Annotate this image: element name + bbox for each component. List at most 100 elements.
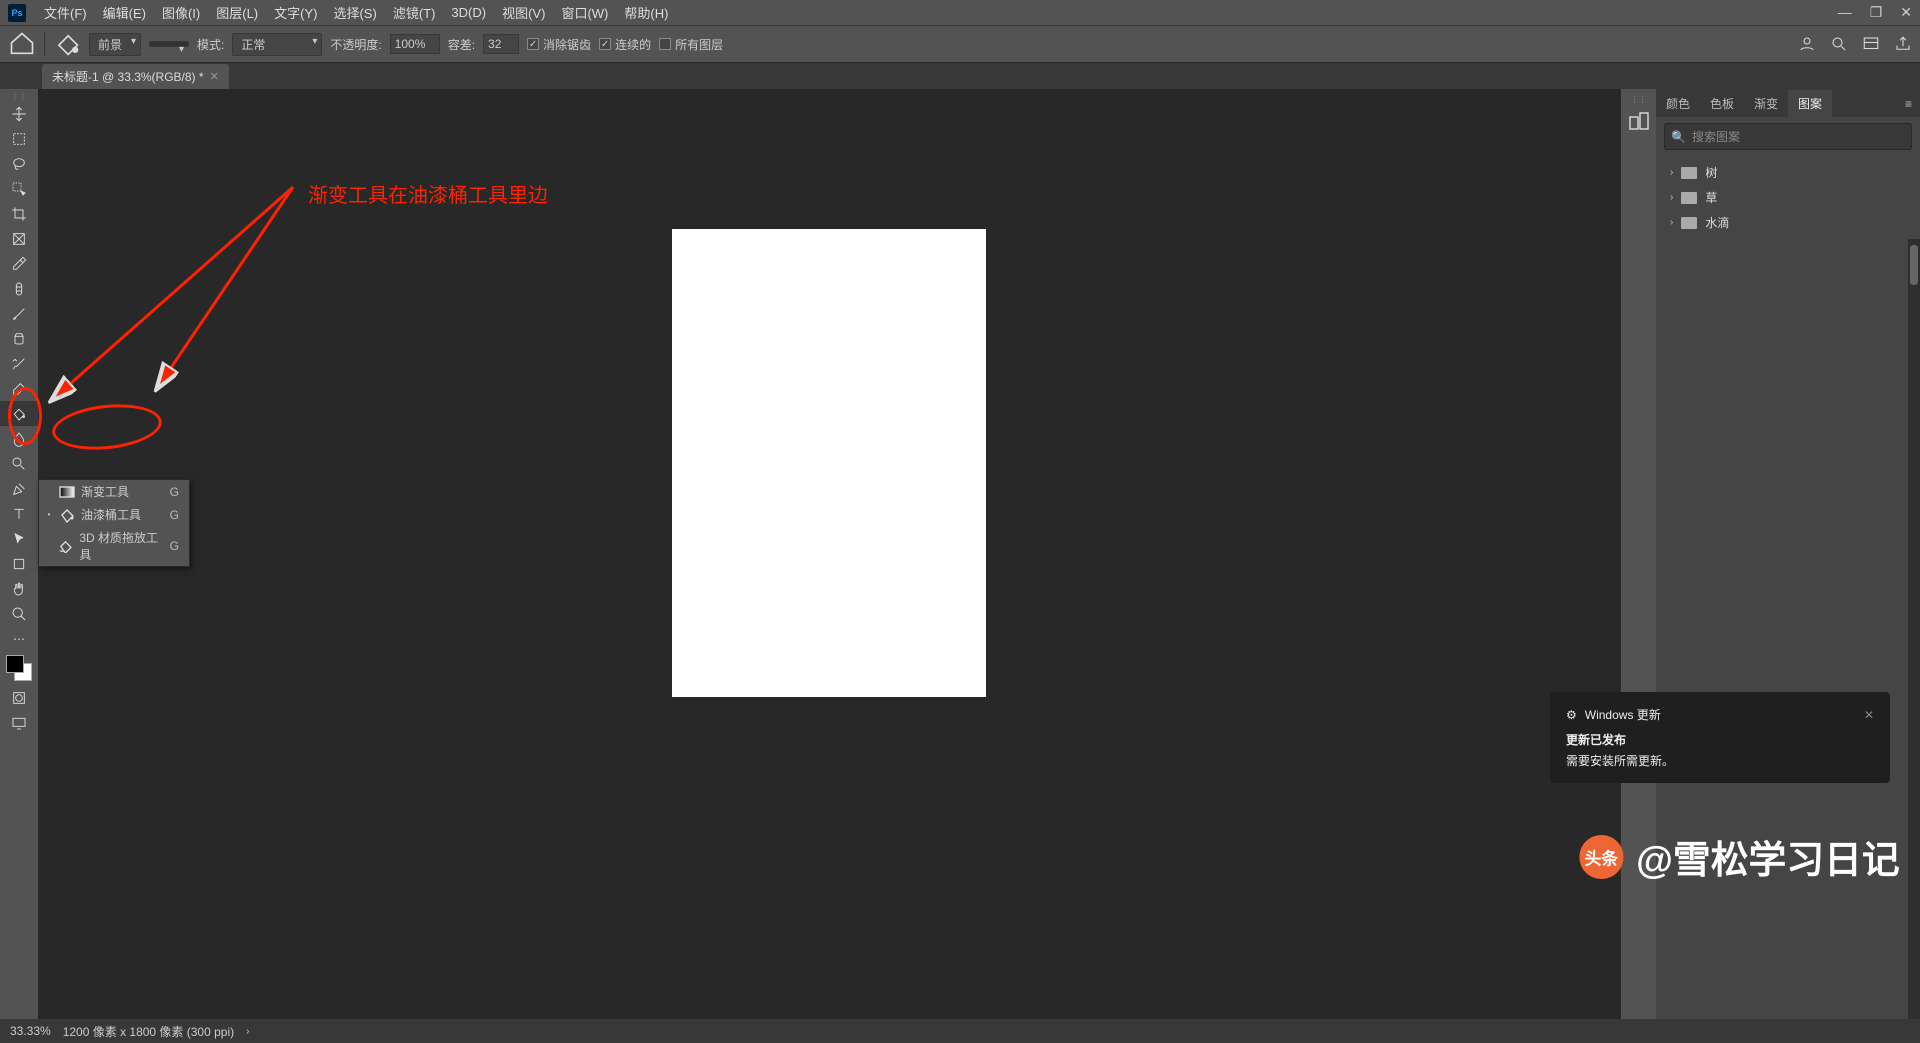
tab-patterns[interactable]: 图案: [1788, 90, 1832, 117]
menu-view[interactable]: 视图(V): [494, 3, 553, 22]
antialias-checkbox[interactable]: ✓消除锯齿: [527, 36, 591, 53]
marquee-tool[interactable]: [0, 126, 38, 151]
status-caret-icon[interactable]: ›: [246, 1026, 249, 1037]
home-icon[interactable]: [8, 30, 36, 58]
search-icon[interactable]: [1830, 35, 1848, 53]
watermark: 头条 @雪松学习日记: [1579, 830, 1899, 885]
material-drop-icon: [58, 539, 73, 554]
workspace-icon[interactable]: [1862, 35, 1880, 53]
watermark-text: @雪松学习日记: [1636, 830, 1900, 885]
history-brush-tool[interactable]: [0, 351, 38, 376]
tool-bar: ⋮⋮ ⋯ 渐变工具: [0, 89, 38, 1019]
menu-select[interactable]: 选择(S): [325, 3, 384, 22]
menu-3d[interactable]: 3D(D): [443, 5, 494, 20]
zoom-level[interactable]: 33.33%: [10, 1024, 51, 1038]
document-tab[interactable]: 未标题-1 @ 33.3%(RGB/8) * ✕: [42, 64, 229, 89]
tolerance-input[interactable]: 32: [483, 34, 519, 54]
opacity-input[interactable]: 100%: [390, 34, 440, 54]
tool-flyout: 渐变工具 G • 油漆桶工具 G 3D 材质拖放工具 G: [38, 479, 190, 567]
clone-tool[interactable]: [0, 326, 38, 351]
mode-label: 模式:: [197, 36, 224, 53]
edit-toolbar[interactable]: ⋯: [0, 626, 38, 651]
path-select-tool[interactable]: [0, 526, 38, 551]
toolbar-grip[interactable]: ⋮⋮: [0, 93, 38, 101]
frame-tool[interactable]: [0, 226, 38, 251]
menu-help[interactable]: 帮助(H): [616, 3, 676, 22]
contiguous-checkbox[interactable]: ✓连续的: [599, 36, 651, 53]
pattern-picker[interactable]: [149, 41, 189, 47]
gradient-icon: [59, 484, 75, 500]
hand-tool[interactable]: [0, 576, 38, 601]
options-bar: 前景 模式: 正常 不透明度: 100% 容差: 32 ✓消除锯齿 ✓连续的 所…: [0, 25, 1920, 63]
watermark-badge: 头条: [1579, 835, 1623, 879]
panel-scrollbar[interactable]: [1908, 239, 1920, 1019]
close-tab-icon[interactable]: ✕: [210, 70, 219, 83]
notification-close-icon[interactable]: ✕: [1864, 708, 1874, 722]
bucket-icon: [59, 507, 75, 523]
notification-app: Windows 更新: [1585, 706, 1661, 723]
flyout-gradient-tool[interactable]: 渐变工具 G: [39, 480, 189, 503]
menu-edit[interactable]: 编辑(E): [95, 3, 154, 22]
window-restore-icon[interactable]: ❐: [1870, 4, 1883, 21]
menu-window[interactable]: 窗口(W): [553, 3, 616, 22]
shape-tool[interactable]: [0, 551, 38, 576]
screen-mode-tool[interactable]: [0, 710, 38, 735]
quick-select-tool[interactable]: [0, 176, 38, 201]
color-swatches[interactable]: [6, 655, 32, 681]
all-layers-checkbox[interactable]: 所有图层: [659, 36, 723, 53]
folder-grass[interactable]: ›草: [1656, 185, 1920, 210]
canvas[interactable]: [672, 229, 986, 697]
pattern-search-input[interactable]: 🔍 搜索图案: [1664, 123, 1912, 150]
tab-gradients[interactable]: 渐变: [1744, 90, 1788, 117]
folder-icon: [1681, 192, 1697, 204]
folder-icon: [1681, 217, 1697, 229]
menu-layer[interactable]: 图层(L): [208, 3, 266, 22]
menu-file[interactable]: 文件(F): [36, 3, 95, 22]
folder-water[interactable]: ›水滴: [1656, 210, 1920, 235]
tab-color[interactable]: 颜色: [1656, 90, 1700, 117]
cloud-docs-icon[interactable]: [1798, 35, 1816, 53]
foreground-color[interactable]: [6, 655, 24, 673]
status-bar: 33.33% 1200 像素 x 1800 像素 (300 ppi) ›: [0, 1019, 1920, 1043]
zoom-tool[interactable]: [0, 601, 38, 626]
app-icon: Ps: [8, 4, 26, 22]
panel-menu-icon[interactable]: ≡: [1897, 91, 1920, 117]
search-icon: 🔍: [1671, 130, 1686, 144]
window-close-icon[interactable]: ✕: [1900, 4, 1912, 21]
flyout-paint-bucket-tool[interactable]: • 油漆桶工具 G: [39, 503, 189, 526]
notification-body: 需要安装所需更新。: [1566, 752, 1874, 769]
folder-icon: [1681, 167, 1697, 179]
pen-tool[interactable]: [0, 476, 38, 501]
share-icon[interactable]: [1894, 35, 1912, 53]
libraries-icon[interactable]: [1627, 109, 1651, 133]
flyout-3d-material-tool[interactable]: 3D 材质拖放工具 G: [39, 526, 189, 566]
mode-select[interactable]: 正常: [232, 33, 322, 56]
annotation-arrows: [38, 169, 318, 429]
crop-tool[interactable]: [0, 201, 38, 226]
healing-tool[interactable]: [0, 276, 38, 301]
windows-notification[interactable]: ⚙ Windows 更新 ✕ 更新已发布 需要安装所需更新。: [1550, 692, 1890, 783]
annotation-circle-tool: [8, 387, 42, 445]
brush-tool[interactable]: [0, 301, 38, 326]
window-minimize-icon[interactable]: —: [1838, 4, 1852, 21]
dodge-tool[interactable]: [0, 451, 38, 476]
menu-type[interactable]: 文字(Y): [266, 3, 325, 22]
menu-filter[interactable]: 滤镜(T): [385, 3, 444, 22]
paint-bucket-icon: [53, 30, 81, 58]
annotation-text: 渐变工具在油漆桶工具里边: [308, 179, 548, 208]
type-tool[interactable]: [0, 501, 38, 526]
lasso-tool[interactable]: [0, 151, 38, 176]
menu-image[interactable]: 图像(I): [154, 3, 208, 22]
document-tabs: 未标题-1 @ 33.3%(RGB/8) * ✕: [0, 63, 1920, 89]
document-info[interactable]: 1200 像素 x 1800 像素 (300 ppi): [63, 1023, 234, 1040]
canvas-area[interactable]: 渐变工具在油漆桶工具里边: [38, 89, 1620, 1019]
opacity-label: 不透明度:: [330, 36, 381, 53]
menu-bar: Ps 文件(F) 编辑(E) 图像(I) 图层(L) 文字(Y) 选择(S) 滤…: [0, 0, 1920, 25]
quick-mask-tool[interactable]: [0, 685, 38, 710]
move-tool[interactable]: [0, 101, 38, 126]
eyedropper-tool[interactable]: [0, 251, 38, 276]
fill-select[interactable]: 前景: [89, 33, 141, 56]
tab-swatches[interactable]: 色板: [1700, 90, 1744, 117]
notification-title: 更新已发布: [1566, 731, 1874, 748]
folder-tree[interactable]: ›树: [1656, 160, 1920, 185]
